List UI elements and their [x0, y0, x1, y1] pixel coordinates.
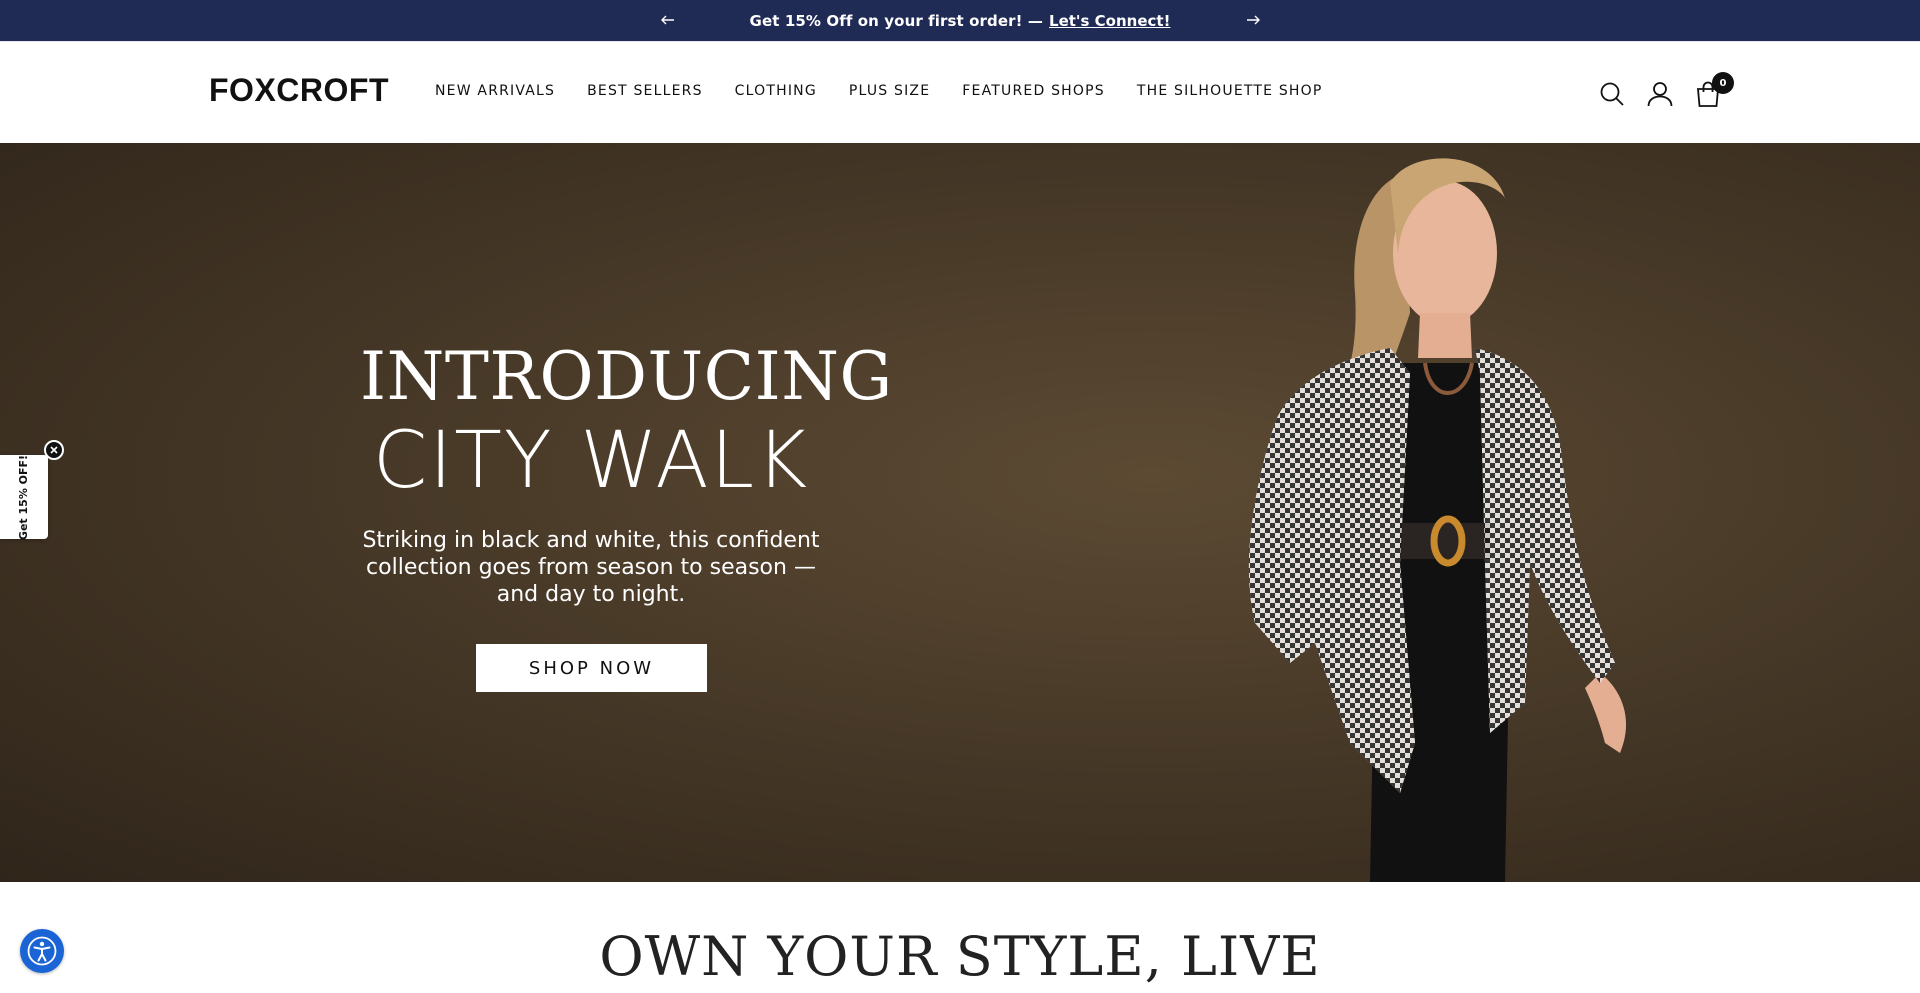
account-icon [1647, 82, 1673, 107]
nav-item-clothing[interactable]: CLOTHING [735, 83, 817, 99]
main-nav: NEW ARRIVALS BEST SELLERS CLOTHING PLUS … [435, 83, 1323, 99]
hero-heading-line2: CITY WALK [372, 416, 810, 506]
nav-item-featured-shops[interactable]: FEATURED SHOPS [962, 83, 1105, 99]
close-icon [50, 446, 58, 454]
nav-item-new-arrivals[interactable]: NEW ARRIVALS [435, 83, 555, 99]
hero-text-block: INTRODUCING CITY WALK Striking in black … [360, 338, 893, 608]
site-header: FOXCROFT NEW ARRIVALS BEST SELLERS CLOTH… [0, 41, 1920, 143]
nav-item-silhouette-shop[interactable]: THE SILHOUETTE SHOP [1137, 83, 1323, 99]
hero-banner: INTRODUCING CITY WALK Striking in black … [0, 143, 1920, 882]
announcement-message: Get 15% Off on your first order! — [749, 11, 1044, 30]
promo-tab-label: Get 15% OFF! [17, 454, 31, 540]
promo-close-button[interactable] [44, 440, 64, 460]
hero-heading-line1: INTRODUCING [360, 338, 893, 415]
search-button[interactable] [1597, 79, 1627, 109]
search-icon [1600, 82, 1624, 106]
nav-item-plus-size[interactable]: PLUS SIZE [849, 83, 930, 99]
logo[interactable]: FOXCROFT [209, 72, 389, 109]
model-image [1248, 158, 1627, 882]
announcement-prev-button[interactable] [658, 10, 678, 30]
nav-item-best-sellers[interactable]: BEST SELLERS [587, 83, 703, 99]
section-headline: OWN YOUR STYLE, LIVE [599, 925, 1321, 988]
shop-now-button[interactable]: SHOP NOW [476, 644, 707, 692]
promo-tab[interactable]: Get 15% OFF! [0, 454, 48, 540]
cart-count-badge: 0 [1712, 72, 1734, 94]
announcement-next-button[interactable] [1243, 10, 1263, 30]
arrow-right-icon [1247, 15, 1260, 25]
announcement-bar: Get 15% Off on your first order! — Let's… [0, 0, 1920, 41]
hero-subtitle: Striking in black and white, this confid… [362, 528, 820, 607]
arrow-left-icon [661, 15, 674, 25]
announcement-link[interactable]: Let's Connect! [1049, 12, 1170, 30]
account-button[interactable] [1645, 79, 1675, 109]
